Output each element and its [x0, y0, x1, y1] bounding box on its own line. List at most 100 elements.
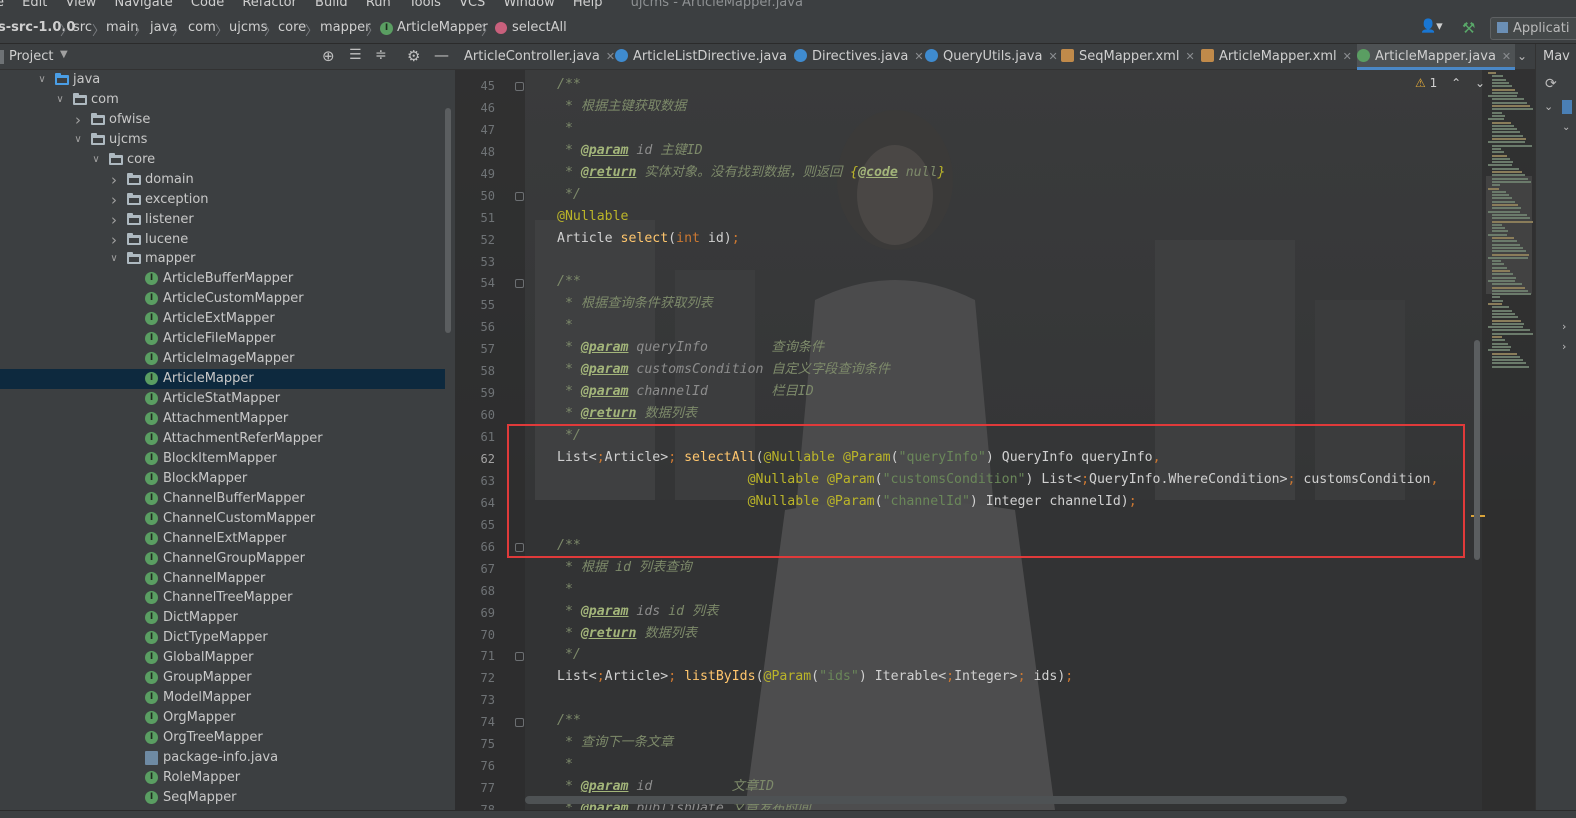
- breadcrumb-core[interactable]: core: [278, 20, 306, 35]
- editor-tab[interactable]: ArticleMapper.xml ✕: [1201, 44, 1356, 70]
- menu-navigate[interactable]: Navigate: [114, 0, 172, 9]
- code-line[interactable]: /**: [557, 711, 581, 731]
- collapse-all-icon[interactable]: ≑: [375, 47, 387, 63]
- code-line[interactable]: /**: [557, 272, 581, 292]
- code-line[interactable]: @Nullable: [557, 207, 628, 227]
- tree-file-row[interactable]: I AttachmentReferMapper: [0, 429, 445, 449]
- tree-file-row[interactable]: I AttachmentMapper: [0, 409, 445, 429]
- tree-folder-row[interactable]: › listener: [0, 210, 445, 230]
- editor-tab[interactable]: SeqMapper.xml ✕: [1061, 44, 1199, 70]
- tree-file-row[interactable]: I BlockItemMapper: [0, 449, 445, 469]
- menu-view[interactable]: View: [65, 0, 96, 9]
- editor-tab[interactable]: ArticleListDirective.java✕: [615, 44, 806, 70]
- hide-panel-icon[interactable]: —: [434, 46, 449, 64]
- tree-folder-row[interactable]: › exception: [0, 190, 445, 210]
- menu-window[interactable]: Window: [503, 0, 554, 9]
- tree-file-row[interactable]: I SeqMapper: [0, 788, 445, 808]
- menu-code[interactable]: Code: [191, 0, 224, 9]
- reload-icon[interactable]: ⟳: [1545, 76, 1557, 92]
- editor-tab[interactable]: ArticleMapper.java ✕: [1357, 44, 1516, 70]
- tabs-overflow-chevron-icon[interactable]: ⌄: [1517, 49, 1527, 63]
- menu-refactor[interactable]: Refactor: [242, 0, 297, 9]
- code-line[interactable]: * @param queryInfo 查询条件: [557, 338, 824, 358]
- tree-scrollbar[interactable]: [445, 108, 451, 333]
- tree-folder-row[interactable]: ∨ com: [0, 90, 445, 110]
- tree-file-row[interactable]: I RoleMapper: [0, 768, 445, 788]
- menu-vcs[interactable]: VCS: [459, 0, 485, 9]
- locate-icon[interactable]: ⊕: [322, 47, 335, 65]
- code-line[interactable]: * @param customsCondition 自定义字段查询条件: [557, 360, 890, 380]
- menu-run[interactable]: Run: [366, 0, 391, 9]
- build-hammer-icon[interactable]: ⚒: [1462, 19, 1475, 37]
- chevron-down-icon[interactable]: ∨: [73, 130, 83, 150]
- tree-file-row[interactable]: I ArticleCustomMapper: [0, 289, 445, 309]
- close-icon[interactable]: ✕: [1049, 50, 1058, 63]
- previous-highlight-icon[interactable]: ⌃: [1451, 76, 1461, 90]
- breadcrumb-src[interactable]: src: [73, 20, 92, 35]
- expand-all-icon[interactable]: ☰: [349, 47, 362, 63]
- menu-edit[interactable]: Edit: [22, 0, 47, 9]
- gear-icon[interactable]: ⚙: [407, 47, 420, 65]
- code-line[interactable]: */: [557, 645, 581, 665]
- breadcrumb-class[interactable]: ArticleMapper: [397, 20, 488, 35]
- breadcrumb-com[interactable]: com: [188, 20, 216, 35]
- tree-arrow-icon[interactable]: ›: [1562, 320, 1566, 333]
- tree-file-row[interactable]: I OrgTreeMapper: [0, 728, 445, 748]
- code-line[interactable]: * @param ids id 列表: [557, 602, 718, 622]
- code-line[interactable]: * 查询下一条文章: [557, 733, 673, 753]
- next-highlight-icon[interactable]: ⌄: [1475, 76, 1485, 90]
- breadcrumb-mapper[interactable]: mapper: [320, 20, 370, 35]
- code-line[interactable]: * @return 数据列表: [557, 404, 697, 424]
- tree-file-row[interactable]: I ModelMapper: [0, 688, 445, 708]
- tree-folder-row[interactable]: ∨ java: [0, 70, 445, 90]
- tree-file-row[interactable]: I ArticleMapper: [0, 369, 445, 390]
- tree-folder-row[interactable]: › domain: [0, 170, 445, 190]
- tree-file-row[interactable]: package-info.java: [0, 748, 445, 768]
- code-line[interactable]: *: [557, 316, 573, 336]
- tree-file-row[interactable]: I ChannelCustomMapper: [0, 509, 445, 529]
- chevron-down-icon[interactable]: ∨: [91, 150, 101, 170]
- tree-folder-row[interactable]: › ofwise: [0, 110, 445, 130]
- tree-file-row[interactable]: I ChannelGroupMapper: [0, 549, 445, 569]
- code-line[interactable]: * 根据 id 列表查询: [557, 558, 692, 578]
- tree-file-row[interactable]: I OrgMapper: [0, 708, 445, 728]
- tree-arrow-icon[interactable]: ›: [1562, 340, 1566, 353]
- maven-project-icon[interactable]: [1562, 100, 1572, 114]
- user-icon[interactable]: 👤▾: [1420, 19, 1443, 34]
- chevron-down-icon[interactable]: ∨: [37, 70, 47, 90]
- maven-tab-label[interactable]: Mav: [1543, 49, 1570, 64]
- tree-folder-row[interactable]: ∨ ujcms: [0, 130, 445, 150]
- tree-file-row[interactable]: I ChannelBufferMapper: [0, 489, 445, 509]
- code-minimap[interactable]: [1471, 70, 1535, 810]
- menu-build[interactable]: Build: [315, 0, 348, 9]
- tree-file-row[interactable]: I BlockMapper: [0, 469, 445, 489]
- editor-tab[interactable]: ArticleController.java ✕: [464, 44, 619, 70]
- code-line[interactable]: * 根据查询条件获取列表: [557, 294, 713, 314]
- editor-tab[interactable]: Directives.java ✕: [794, 44, 928, 70]
- close-icon[interactable]: ✕: [1343, 50, 1352, 63]
- tree-file-row[interactable]: I ChannelTreeMapper: [0, 588, 445, 608]
- chevron-right-icon[interactable]: ›: [109, 230, 119, 250]
- code-line[interactable]: *: [557, 755, 573, 775]
- editor-tab[interactable]: QueryUtils.java ✕: [925, 44, 1062, 70]
- code-line[interactable]: * @param id 文章ID: [557, 777, 774, 797]
- chevron-right-icon[interactable]: ›: [109, 170, 119, 190]
- inspection-warning-widget[interactable]: ⚠ 1 ⌃ ⌄: [1415, 76, 1485, 90]
- tree-file-row[interactable]: I ArticleImageMapper: [0, 349, 445, 369]
- tree-folder-row[interactable]: ∨ mapper: [0, 249, 445, 269]
- chevron-right-icon[interactable]: ›: [73, 110, 83, 130]
- tree-file-row[interactable]: I DictTypeMapper: [0, 628, 445, 648]
- tree-folder-row[interactable]: › lucene: [0, 230, 445, 250]
- chevron-down-icon[interactable]: ∨: [55, 90, 65, 110]
- code-line[interactable]: Article select(int id);: [557, 229, 740, 249]
- breadcrumb-method[interactable]: selectAll: [512, 20, 567, 35]
- tree-folder-row[interactable]: ∨ core: [0, 150, 445, 170]
- tree-file-row[interactable]: I ArticleStatMapper: [0, 389, 445, 409]
- tree-file-row[interactable]: I ArticleBufferMapper: [0, 269, 445, 289]
- tree-file-row[interactable]: I ArticleFileMapper: [0, 329, 445, 349]
- code-line[interactable]: * 根据主键获取数据: [557, 97, 686, 117]
- chevron-right-icon[interactable]: ›: [109, 190, 119, 210]
- editor-horizontal-scrollbar[interactable]: [525, 796, 1347, 804]
- code-line[interactable]: /**: [557, 75, 581, 95]
- menu-help[interactable]: Help: [573, 0, 603, 9]
